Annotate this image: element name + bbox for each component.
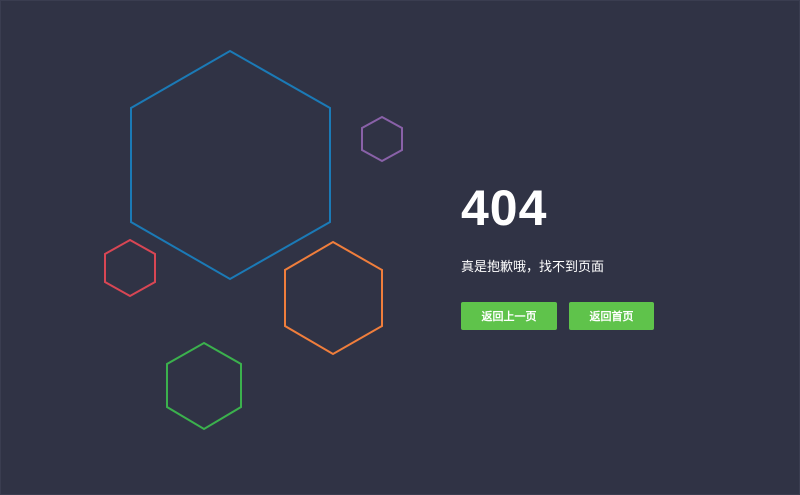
green-hexagon — [166, 341, 242, 431]
small-purple-hexagon — [361, 115, 403, 163]
home-button[interactable]: 返回首页 — [569, 302, 654, 330]
large-blue-hexagon — [130, 49, 331, 281]
button-group: 返回上一页 返回首页 — [461, 302, 781, 330]
error-panel: 404 真是抱歉哦，找不到页面 返回上一页 返回首页 — [461, 180, 781, 330]
go-back-button[interactable]: 返回上一页 — [461, 302, 557, 330]
error-message: 真是抱歉哦，找不到页面 — [461, 260, 605, 275]
error-code: 404 — [461, 180, 548, 236]
orange-hexagon — [284, 240, 383, 356]
small-red-hexagon — [104, 238, 156, 298]
